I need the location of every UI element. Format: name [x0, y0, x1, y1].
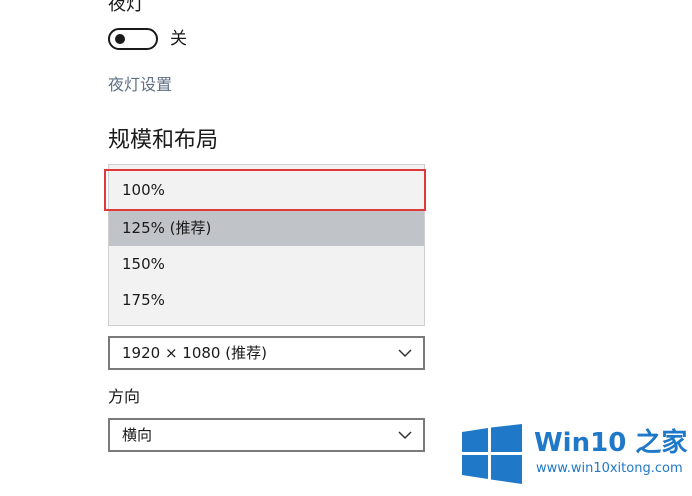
toggle-knob [115, 34, 125, 44]
scale-dropdown-list: 100% 125% (推荐) 150% 175% [108, 164, 425, 326]
windows-logo-icon [462, 424, 522, 484]
resolution-select[interactable]: 1920 × 1080 (推荐) [108, 336, 425, 370]
scale-option-125-recommended[interactable]: 125% (推荐) [109, 210, 424, 246]
next-section-heading-cutoff [108, 488, 148, 496]
night-light-toggle-state: 关 [170, 29, 187, 49]
scale-option-100[interactable]: 100% [109, 172, 424, 208]
watermark: Win10 之家 www.win10xitong.com [462, 424, 688, 486]
resolution-value: 1920 × 1080 (推荐) [122, 344, 267, 362]
orientation-select[interactable]: 横向 [108, 418, 425, 452]
night-light-toggle[interactable] [108, 28, 158, 50]
watermark-url: www.win10xitong.com [536, 461, 683, 476]
scale-layout-title: 规模和布局 [108, 128, 219, 153]
night-light-title: 夜灯 [108, 0, 144, 15]
orientation-label: 方向 [108, 387, 141, 406]
watermark-brand: Win10 之家 [534, 428, 688, 458]
display-settings-page: 夜灯 关 夜灯设置 规模和布局 100% 125% (推荐) 150% 175%… [0, 0, 692, 496]
chevron-down-icon [398, 431, 412, 440]
chevron-down-icon [398, 349, 412, 358]
scale-option-150[interactable]: 150% [109, 246, 424, 282]
orientation-value: 横向 [122, 426, 153, 444]
scale-option-175[interactable]: 175% [109, 282, 424, 318]
night-light-settings-link[interactable]: 夜灯设置 [108, 74, 172, 96]
